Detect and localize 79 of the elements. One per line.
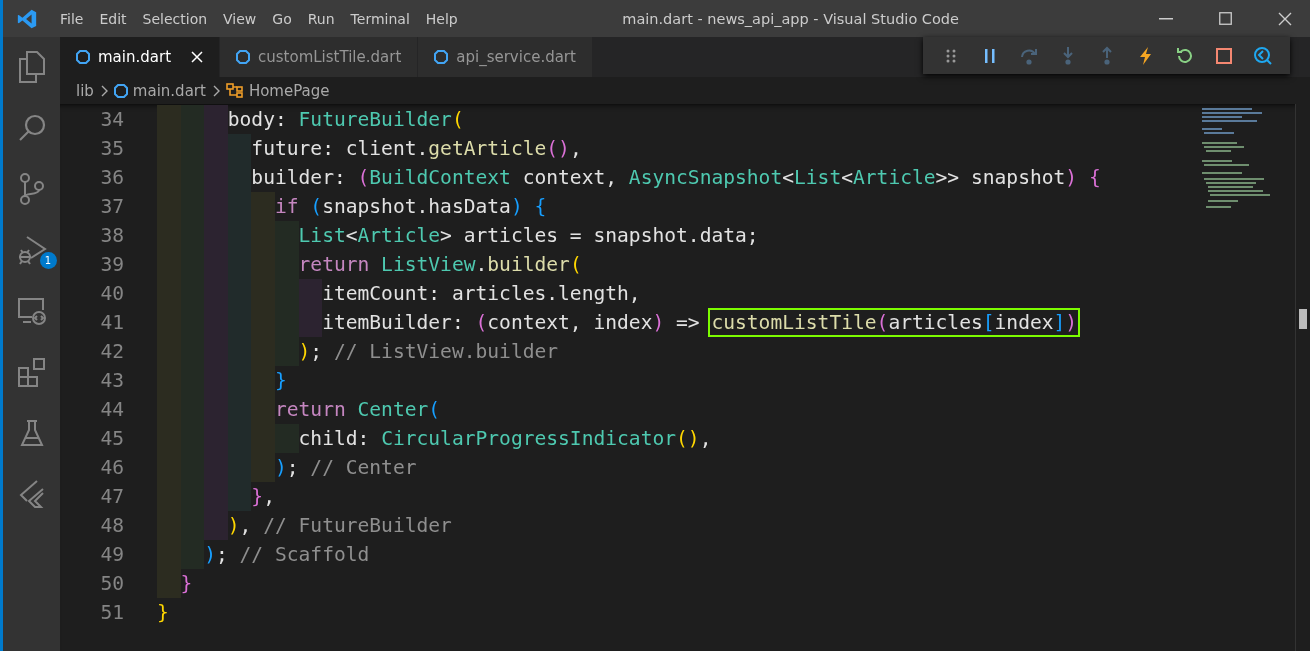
indent-guide	[157, 105, 181, 134]
code-line: child: CircularProgressIndicator(),	[298, 427, 712, 450]
editor-tab[interactable]: main.dart	[60, 37, 220, 77]
menu-item[interactable]: File	[52, 10, 92, 27]
line-number: 37	[99, 195, 124, 218]
files-icon[interactable]	[17, 51, 46, 83]
dart-file-icon	[236, 50, 250, 64]
inspector-icon[interactable]	[1252, 45, 1273, 66]
code-line: itemBuilder: (context, index) =>	[322, 311, 701, 334]
editor-tab[interactable]: customListTile.dart	[220, 37, 419, 77]
line-number: 46	[99, 456, 124, 479]
flutter-icon[interactable]	[18, 479, 45, 509]
code-line: itemCount: articles.length,	[322, 282, 641, 305]
breadcrumb-item[interactable]: main.dart	[132, 81, 206, 100]
line-number: 38	[99, 224, 124, 247]
line-number: 44	[99, 398, 124, 421]
code-line: ); // Center	[274, 456, 417, 479]
code-line: builder: (BuildContext context, AsyncSnapshot<List<Article>> snapshot) {	[251, 166, 1101, 189]
highlight-box: customListTile(articles[index])	[711, 311, 1078, 334]
menu-item[interactable]: Run	[299, 10, 343, 27]
maximize-icon[interactable]	[1219, 12, 1232, 25]
code-line: return Center(	[274, 398, 441, 421]
search-icon[interactable]	[17, 114, 46, 142]
line-number: 43	[99, 369, 124, 392]
window-title: main.dart - news_api_app - Visual Studio Code	[622, 10, 959, 27]
chevron-icon	[100, 84, 109, 97]
menu-item[interactable]: Go	[264, 10, 300, 27]
chevron-icon	[212, 84, 221, 97]
breadcrumb-item[interactable]: HomePage	[248, 81, 330, 100]
menu-item[interactable]: Selection	[134, 10, 216, 27]
line-number: 42	[99, 340, 124, 363]
breadcrumb-item[interactable]: lib	[76, 81, 94, 100]
stop-icon[interactable]	[1213, 45, 1234, 66]
dart-file-icon	[113, 83, 128, 98]
code-line: return ListView.builder(	[298, 253, 582, 276]
line-number: 51	[99, 601, 124, 624]
dart-file-icon	[434, 50, 449, 64]
scrollbar[interactable]	[1295, 104, 1310, 651]
menu-item[interactable]: View	[215, 10, 265, 27]
dart-file-icon	[76, 50, 90, 64]
code-line: }	[157, 601, 169, 624]
editor-tab[interactable]: api_service.dart	[418, 37, 593, 77]
indent-guide	[204, 105, 228, 134]
code-line: ), // FutureBuilder	[227, 514, 452, 537]
line-number: 39	[99, 253, 124, 276]
close-icon[interactable]	[1278, 11, 1292, 26]
minimize-icon[interactable]	[1159, 17, 1173, 20]
code-line: }	[180, 572, 193, 595]
code-line: }	[274, 369, 287, 392]
code-line: ); // ListView.builder	[298, 340, 559, 363]
code-line: List<Article> articles = snapshot.data;	[298, 224, 759, 247]
play-bug-icon[interactable]	[16, 235, 47, 265]
line-number: 41	[99, 311, 124, 334]
code-line: future: client.getArticle(),	[251, 137, 582, 160]
code-line: },	[251, 485, 275, 508]
menu-item[interactable]: Edit	[91, 10, 135, 27]
line-number: 50	[99, 572, 124, 595]
line-number: 35	[99, 137, 124, 160]
flask-icon[interactable]	[19, 419, 44, 447]
line-number: 47	[99, 485, 124, 508]
class-icon	[225, 82, 244, 99]
code-line: if (snapshot.hasData) {	[274, 195, 547, 218]
code-line: ); // Scaffold	[204, 543, 370, 566]
line-number: 34	[99, 108, 124, 131]
menu-item[interactable]: Terminal	[342, 10, 418, 27]
code-line: body: FutureBuilder(	[227, 108, 464, 131]
branch-icon[interactable]	[18, 173, 45, 205]
indent-guide	[180, 105, 205, 134]
line-number: 36	[99, 166, 124, 189]
notification-badge: 1	[39, 252, 57, 269]
line-number: 49	[99, 543, 124, 566]
menu-item[interactable]: Help	[417, 10, 466, 27]
line-number: 48	[99, 514, 124, 537]
line-number: 40	[99, 282, 124, 305]
monitor-icon[interactable]	[16, 297, 47, 325]
vscode-logo-icon	[16, 7, 38, 30]
line-number: 45	[99, 427, 124, 450]
restart-icon[interactable]	[1174, 45, 1195, 66]
blocks-icon[interactable]	[16, 357, 47, 387]
